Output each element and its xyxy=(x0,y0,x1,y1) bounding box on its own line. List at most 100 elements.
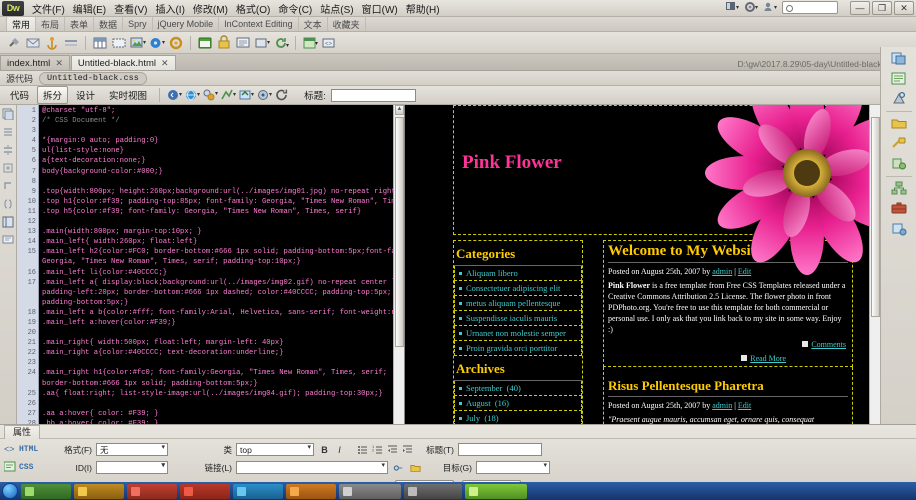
restore-button[interactable]: ❐ xyxy=(872,1,892,15)
category-link[interactable]: Suspendisse iaculis mauris xyxy=(455,311,581,325)
list-item[interactable]: August (16) xyxy=(454,396,582,411)
author-link[interactable]: admin xyxy=(712,401,732,410)
menu-edit[interactable]: 编辑(E) xyxy=(69,0,110,17)
menu-insert[interactable]: 插入(I) xyxy=(151,0,188,17)
insert-image-icon[interactable] xyxy=(130,35,146,51)
browse-folder-icon[interactable] xyxy=(409,461,422,474)
list-item[interactable]: Urnanet non molestie semper xyxy=(454,326,582,341)
split-view-button[interactable]: 拆分 xyxy=(37,86,69,104)
taskbar-item[interactable] xyxy=(286,483,336,499)
scroll-up-arrow[interactable]: ▲ xyxy=(395,105,404,115)
hyperlink-icon[interactable] xyxy=(6,35,22,51)
apply-comment-icon[interactable] xyxy=(2,234,14,246)
archive-link[interactable]: July (18) xyxy=(455,411,581,425)
category-link[interactable]: Proin gravida orci porttitor xyxy=(455,341,581,355)
select-parent-tag-icon[interactable] xyxy=(2,180,14,192)
menu-help[interactable]: 帮助(H) xyxy=(402,0,444,17)
edit-link[interactable]: Edit xyxy=(738,267,751,276)
category-link[interactable]: Urnanet non molestie semper xyxy=(455,326,581,340)
taskbar-item[interactable] xyxy=(404,483,462,499)
ordered-list-icon[interactable]: 12 xyxy=(371,443,384,456)
minimize-button[interactable]: — xyxy=(850,1,870,15)
outdent-icon[interactable] xyxy=(386,443,399,456)
menu-commands[interactable]: 命令(C) xyxy=(274,0,316,17)
server-side-include-icon[interactable] xyxy=(216,34,232,51)
insert-tab-spry[interactable]: Spry xyxy=(123,17,153,31)
close-icon[interactable]: ✕ xyxy=(161,58,169,69)
insert-tab-data[interactable]: 数据 xyxy=(94,17,124,31)
comment-icon[interactable] xyxy=(235,35,251,51)
edit-link[interactable]: Edit xyxy=(738,401,751,410)
visual-aids-icon[interactable] xyxy=(256,87,273,103)
assets-browse-icon[interactable] xyxy=(891,201,907,216)
document-tab-untitled-black[interactable]: Untitled-black.html ✕ xyxy=(70,55,176,70)
read-more-link[interactable]: Read More xyxy=(741,354,786,363)
layout-switcher-icon[interactable] xyxy=(725,1,739,14)
open-documents-icon[interactable] xyxy=(2,108,14,121)
title-attr-input[interactable] xyxy=(458,443,542,456)
close-button[interactable]: ✕ xyxy=(894,1,914,15)
search-input[interactable] xyxy=(782,1,838,14)
target-select[interactable] xyxy=(476,461,550,474)
link-input[interactable] xyxy=(236,461,388,474)
list-item[interactable]: Aliquam libero xyxy=(454,266,582,281)
design-scroll-thumb[interactable] xyxy=(871,117,880,317)
list-item[interactable]: Suspendisse iaculis mauris xyxy=(454,311,582,326)
design-scrollbar[interactable] xyxy=(869,105,880,436)
taskbar-item[interactable] xyxy=(127,483,177,499)
unordered-list-icon[interactable] xyxy=(356,443,369,456)
close-icon[interactable]: ✕ xyxy=(55,58,63,69)
code-scroll-thumb[interactable] xyxy=(395,117,404,347)
class-select[interactable]: top xyxy=(236,443,314,456)
taskbar-item[interactable] xyxy=(233,483,283,499)
menu-format[interactable]: 格式(O) xyxy=(232,0,274,17)
menu-window[interactable]: 窗口(W) xyxy=(358,0,402,17)
code-editor-pane[interactable]: 1 2 3 4 5 6 7 8 9 10 11 12 13 14 15 16 17 18 19 20 21 22 23 2… xyxy=(17,105,405,436)
css-mode-button[interactable]: CSS xyxy=(3,461,48,474)
taskbar-item[interactable] xyxy=(180,483,230,499)
snippets-panel-icon[interactable] xyxy=(891,136,907,151)
date-icon[interactable] xyxy=(197,35,213,51)
collapse-selection-icon[interactable] xyxy=(2,144,14,156)
design-view-button[interactable]: 设计 xyxy=(70,86,101,104)
insert-tab-common[interactable]: 常用 xyxy=(6,17,37,31)
category-link[interactable]: metus aliquam pellentesque xyxy=(455,296,581,310)
indent-icon[interactable] xyxy=(401,443,414,456)
taskbar-item[interactable] xyxy=(74,483,124,499)
related-file-css[interactable]: Untitled-black.css xyxy=(39,71,147,85)
gear-icon[interactable] xyxy=(744,1,758,14)
head-tags-icon[interactable] xyxy=(254,35,270,51)
properties-tab[interactable]: 属性 xyxy=(4,424,41,439)
user-account-icon[interactable] xyxy=(763,1,777,14)
list-item[interactable]: Consectetuer adipiscing elit xyxy=(454,281,582,296)
id-select[interactable] xyxy=(96,461,168,474)
files-panel-icon[interactable] xyxy=(891,181,907,196)
menu-file[interactable]: 文件(F) xyxy=(28,0,69,17)
check-browser-compat-icon[interactable] xyxy=(202,87,219,103)
document-tab-index[interactable]: index.html ✕ xyxy=(0,55,70,70)
insert-tab-jquery-mobile[interactable]: jQuery Mobile xyxy=(153,17,220,31)
category-link[interactable]: Aliquam libero xyxy=(455,266,581,280)
business-catalyst-panel-icon[interactable] xyxy=(891,156,907,171)
code-text[interactable]: @charset "utf-8";/* CSS Document */ *{ma… xyxy=(39,105,404,436)
tag-chooser-icon[interactable]: <> xyxy=(321,35,337,51)
assets-panel-icon[interactable] xyxy=(891,116,907,131)
italic-button[interactable]: I xyxy=(333,443,346,456)
author-link[interactable]: admin xyxy=(712,267,732,276)
refresh-icon[interactable] xyxy=(273,35,289,51)
refresh-design-view-icon[interactable] xyxy=(274,87,290,103)
file-management-icon[interactable] xyxy=(238,87,255,103)
insert-tab-favorites[interactable]: 收藏夹 xyxy=(328,17,366,31)
point-to-file-icon[interactable] xyxy=(392,461,405,474)
source-code-button[interactable]: 源代码 xyxy=(6,72,33,85)
table-icon[interactable] xyxy=(92,35,108,51)
menu-view[interactable]: 查看(V) xyxy=(110,0,151,17)
collapse-full-tag-icon[interactable] xyxy=(2,126,14,138)
list-item[interactable]: September (40) xyxy=(454,381,582,396)
list-item[interactable]: metus aliquam pellentesque xyxy=(454,296,582,311)
insert-tab-text[interactable]: 文本 xyxy=(299,17,328,31)
code-view-button[interactable]: 代码 xyxy=(4,86,35,104)
menu-site[interactable]: 站点(S) xyxy=(316,0,357,17)
email-link-icon[interactable] xyxy=(25,35,41,51)
start-button-icon[interactable] xyxy=(2,483,18,499)
